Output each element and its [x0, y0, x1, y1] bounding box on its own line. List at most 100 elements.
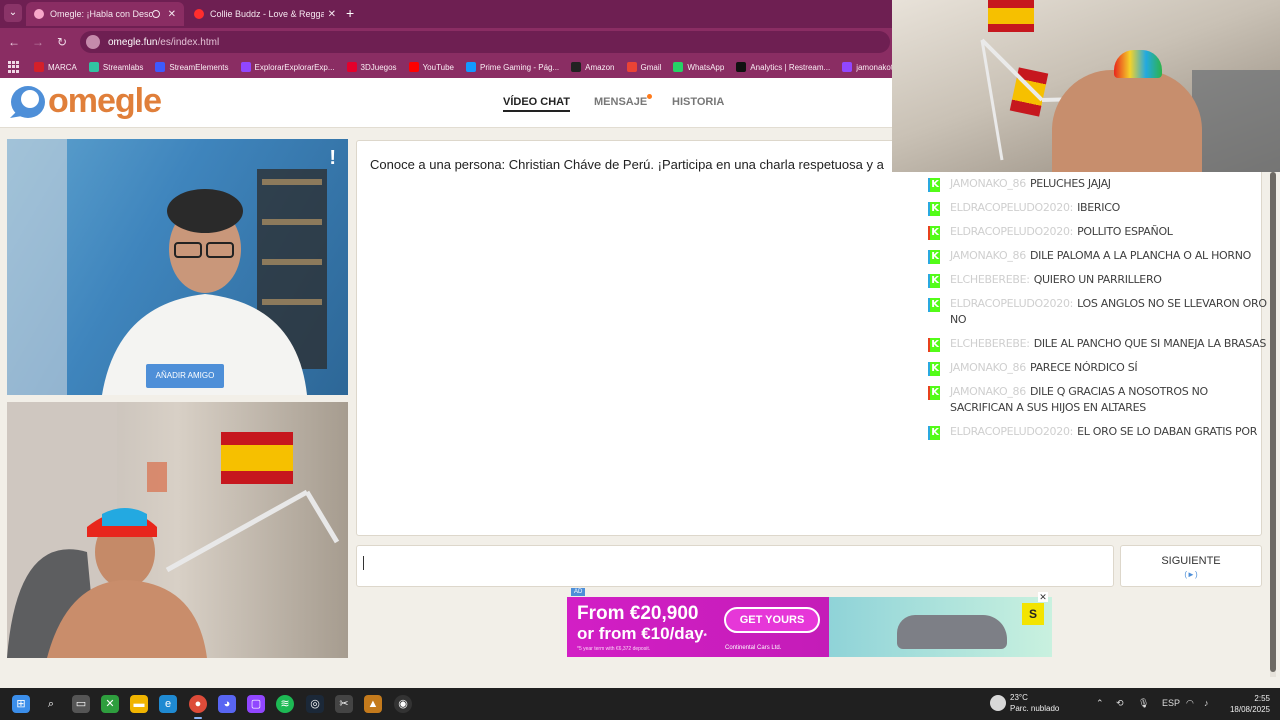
tab-youtube[interactable]: Collie Buddz - Love & Reggae ✕ [186, 2, 344, 26]
microphone-icon[interactable]: 🎙 [1138, 698, 1149, 709]
ad-get-yours-button[interactable]: GET YOURS [724, 607, 820, 633]
kick-badge-icon: K [928, 362, 940, 376]
chat-message: K JAMONAKO_86 PELUCHES JAJAJ [928, 176, 1268, 192]
ad-price-line: From €20,900 [577, 603, 699, 624]
bookmark-restream[interactable]: Analytics | Restream... [736, 62, 830, 72]
nav-video-chat[interactable]: VÍDEO CHAT [503, 96, 571, 112]
bookmark-marca[interactable]: MARCA [34, 62, 77, 72]
add-friend-button[interactable]: AÑADIR AMIGO [146, 364, 224, 388]
bookmark-twitch-explore[interactable]: ExplorarExplorarExp... [240, 62, 335, 72]
omegle-logo-icon[interactable] [6, 84, 46, 122]
nav-message[interactable]: MENSAJE [594, 96, 647, 108]
bookmark-icon [673, 62, 684, 72]
bookmark-icon [88, 62, 99, 72]
bookmark-icon [408, 62, 419, 72]
page-scrollbar-thumb[interactable] [1270, 172, 1276, 672]
chevron-up-icon[interactable]: ⌃ [1096, 698, 1104, 709]
close-tab-icon[interactable]: ✕ [328, 9, 336, 20]
bookmark-youtube[interactable]: YouTube [408, 62, 454, 72]
weather-desc: Parc. nublado [1010, 704, 1060, 713]
chat-message: K JAMONAKO_86 DILE PALOMA A LA PLANCHA O A… [928, 248, 1268, 264]
notification-dot [647, 94, 652, 99]
recording-icon [151, 10, 160, 18]
close-tab-icon[interactable]: ✕ [168, 9, 176, 20]
ad-fine-print: *5 year term with €6,372 deposit. [577, 646, 651, 652]
windows-start-icon[interactable]: ⊞ [12, 695, 30, 713]
file-explorer-icon[interactable]: ▬ [130, 695, 148, 713]
stranger-video: ! AÑADIR AMIGO [7, 139, 348, 395]
bucket-hat [1114, 50, 1162, 78]
bookmark-gmail[interactable]: Gmail [626, 62, 661, 72]
self-video-scene [7, 402, 340, 658]
advertisement-banner[interactable]: From €20,900 or from €10/day* *5 year te… [567, 597, 1052, 657]
steam-icon[interactable]: ◎ [306, 695, 324, 713]
app-icon[interactable]: ▲ [364, 695, 382, 713]
xbox-icon[interactable]: ✕ [101, 695, 119, 713]
system-clock[interactable]: 2:55 18/08/2025 [1226, 693, 1270, 715]
chrome-active-indicator [194, 717, 202, 719]
ad-brand: Continental Cars Ltd. [725, 645, 782, 651]
chat-message: K ELDRACOPELUDO2020: EL ORO SE LO DABAN GR… [928, 424, 1268, 440]
forward-arrow-icon[interactable]: → [30, 34, 46, 50]
seat-logo-icon: S [1022, 603, 1044, 625]
site-info-icon[interactable] [86, 35, 100, 49]
bookmark-icon [626, 62, 637, 72]
ad-daily-price: or from €10/day* [577, 624, 707, 643]
obs-icon[interactable]: ◉ [394, 695, 412, 713]
chat-message: K JAMONAKO_86 PARECE NÓRDICO SÍ [928, 360, 1268, 376]
wifi-icon[interactable]: ◠ [1186, 698, 1194, 709]
reload-icon[interactable]: ↻ [54, 34, 70, 50]
spotify-icon[interactable]: ≋ [276, 695, 294, 713]
sync-icon[interactable]: ⟲ [1116, 698, 1124, 709]
bookmark-streamelements[interactable]: StreamElements [155, 62, 229, 72]
kick-badge-icon: K [928, 338, 940, 352]
new-tab-button[interactable]: + [346, 5, 354, 21]
ad-label: AD [571, 588, 586, 596]
kick-badge-icon: K [928, 202, 940, 216]
youtube-favicon-icon [194, 9, 204, 19]
bookmark-prime-gaming[interactable]: Prime Gaming - Pág... [466, 62, 559, 72]
clock-time: 2:55 [1254, 694, 1270, 703]
kick-badge-icon: K [928, 298, 940, 312]
volume-icon[interactable]: ♪ [1204, 698, 1209, 708]
search-icon[interactable]: ⌕ [42, 695, 60, 713]
chrome-icon[interactable]: ● [189, 695, 207, 713]
apps-grid-icon[interactable] [8, 61, 20, 73]
discord-icon[interactable]: ◕ [218, 695, 236, 713]
omegle-logo-text[interactable]: omegle [48, 82, 162, 121]
tab-omegle[interactable]: Omegle: ¡Habla con Descon ✕ [26, 2, 184, 26]
bookmark-icon [155, 62, 166, 72]
chat-message: K ELDRACOPELUDO2020: IBERICO [928, 200, 1268, 216]
kick-badge-icon: K [928, 426, 940, 440]
report-icon[interactable]: ! [329, 147, 336, 170]
message-input[interactable] [356, 545, 1114, 587]
streamer-body [1052, 70, 1202, 172]
edge-icon[interactable]: e [159, 695, 177, 713]
url-host: omegle.fun [108, 36, 158, 48]
omegle-favicon-icon [34, 9, 44, 19]
chat-message: K ELCHEBEREBE: DILE AL PANCHO QUE SI MANEJ… [928, 336, 1268, 352]
self-video [7, 402, 348, 658]
kick-badge-icon: K [928, 274, 940, 288]
nav-history[interactable]: HISTORIA [672, 96, 724, 108]
chat-message: K ELCHEBEREBE: QUIERO UN PARRILLERO [928, 272, 1268, 288]
bookmark-icon [240, 62, 251, 72]
kick-badge-icon: K [928, 250, 940, 264]
url-input[interactable]: omegle.fun/es/index.html [80, 31, 890, 53]
bookmark-amazon[interactable]: Amazon [571, 62, 615, 72]
twitch-icon[interactable]: ▢ [247, 695, 265, 713]
bookmark-icon [571, 62, 582, 72]
ad-close-icon[interactable]: ✕ [1038, 592, 1048, 602]
back-arrow-icon[interactable]: ← [6, 34, 22, 50]
bookmark-icon [736, 62, 747, 72]
next-button[interactable]: SIGUIENTE (►) [1120, 545, 1262, 587]
bookmark-streamlabs[interactable]: Streamlabs [88, 62, 143, 72]
bookmark-icon [34, 62, 44, 72]
bookmark-whatsapp[interactable]: WhatsApp [673, 62, 724, 72]
language-indicator[interactable]: ESP [1162, 698, 1180, 708]
weather-widget[interactable]: 23°C Parc. nublado [990, 692, 1059, 714]
task-view-icon[interactable]: ▭ [72, 695, 90, 713]
bookmark-3djuegos[interactable]: 3DJuegos [346, 62, 397, 72]
tab-search-menu-icon[interactable]: ⌄ [4, 4, 22, 22]
capcut-icon[interactable]: ✂ [335, 695, 353, 713]
